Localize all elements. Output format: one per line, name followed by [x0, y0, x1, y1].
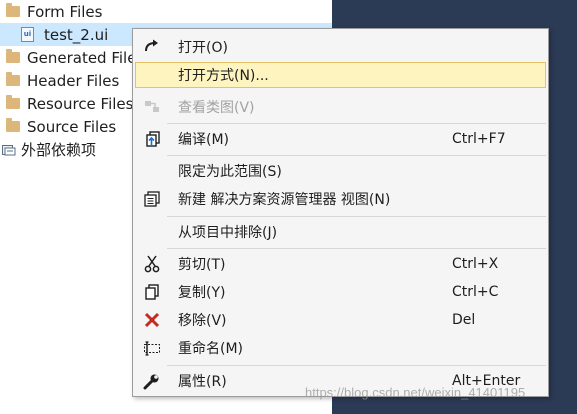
menu-item-view-class-diagram[interactable]: 查看类图(V) [135, 94, 546, 120]
watermark-url: https://blog.csdn.net/weixin_41401195 [305, 385, 526, 400]
folder-icon [6, 72, 20, 86]
tree-item-label: Generated Files [27, 48, 145, 67]
menu-item-label: 剪切(T) [178, 257, 226, 273]
menu-separator [167, 216, 546, 217]
rename-icon [143, 339, 161, 357]
tree-item-label: Form Files [27, 2, 103, 21]
menu-item-label: 查看类图(V) [178, 100, 255, 116]
menu-item-open-with[interactable]: 打开方式(N)... [135, 62, 546, 88]
ui-file-icon: ui [21, 27, 34, 42]
context-menu: 打开(O) 打开方式(N)... 查看类图(V) 编译(M) Ctrl+F7 限… [132, 28, 549, 397]
menu-item-shortcut: Ctrl+X [452, 256, 499, 272]
folder-icon [6, 118, 20, 132]
menu-item-compile[interactable]: 编译(M) Ctrl+F7 [135, 126, 546, 152]
menu-item-rename[interactable]: 重命名(M) [135, 335, 546, 361]
menu-separator [167, 248, 546, 249]
class-diagram-icon [143, 98, 161, 116]
remove-icon [143, 311, 161, 329]
menu-separator [167, 155, 546, 156]
menu-item-open[interactable]: 打开(O) [135, 34, 546, 60]
tree-item-label: Resource Files [27, 94, 134, 113]
folder-icon [6, 95, 20, 109]
menu-item-label: 属性(R) [178, 374, 227, 390]
tree-item-label: Header Files [27, 71, 120, 90]
folder-icon [6, 3, 20, 17]
properties-wrench-icon [143, 372, 161, 390]
menu-item-copy[interactable]: 复制(Y) Ctrl+C [135, 279, 546, 305]
menu-item-scope-to-this[interactable]: 限定为此范围(S) [135, 158, 546, 184]
menu-item-label: 新建 解决方案资源管理器 视图(N) [178, 192, 391, 208]
menu-item-label: 重命名(M) [178, 341, 244, 357]
menu-item-label: 编译(M) [178, 132, 230, 148]
menu-item-label: 复制(Y) [178, 285, 226, 301]
menu-item-cut[interactable]: 剪切(T) Ctrl+X [135, 251, 546, 277]
menu-item-exclude-from-project[interactable]: 从项目中排除(J) [135, 219, 546, 245]
menu-item-label: 打开(O) [178, 40, 228, 56]
menu-item-shortcut: Ctrl+F7 [452, 131, 506, 147]
menu-item-label: 打开方式(N)... [178, 68, 269, 84]
menu-item-remove[interactable]: 移除(V) Del [135, 307, 546, 333]
menu-item-label: 从项目中排除(J) [178, 225, 278, 241]
external-deps-icon [2, 143, 16, 156]
tree-item-label: Source Files [27, 117, 117, 136]
open-arrow-icon [143, 38, 161, 56]
menu-item-new-solution-explorer-view[interactable]: 新建 解决方案资源管理器 视图(N) [135, 186, 546, 212]
menu-item-shortcut: Del [452, 312, 476, 328]
new-view-icon [143, 190, 161, 208]
menu-separator [167, 365, 546, 366]
menu-item-label: 移除(V) [178, 313, 227, 329]
menu-separator [167, 123, 546, 124]
menu-item-shortcut: Ctrl+C [452, 284, 499, 300]
tree-item-label: test_2.ui [44, 25, 109, 44]
tree-item-label: 外部依赖项 [21, 141, 97, 159]
menu-item-label: 限定为此范围(S) [178, 164, 282, 180]
cut-icon [143, 255, 161, 273]
compile-icon [143, 130, 161, 148]
folder-icon [6, 49, 20, 63]
tree-item-form-files[interactable]: Form Files [0, 0, 332, 23]
copy-icon [143, 283, 161, 301]
